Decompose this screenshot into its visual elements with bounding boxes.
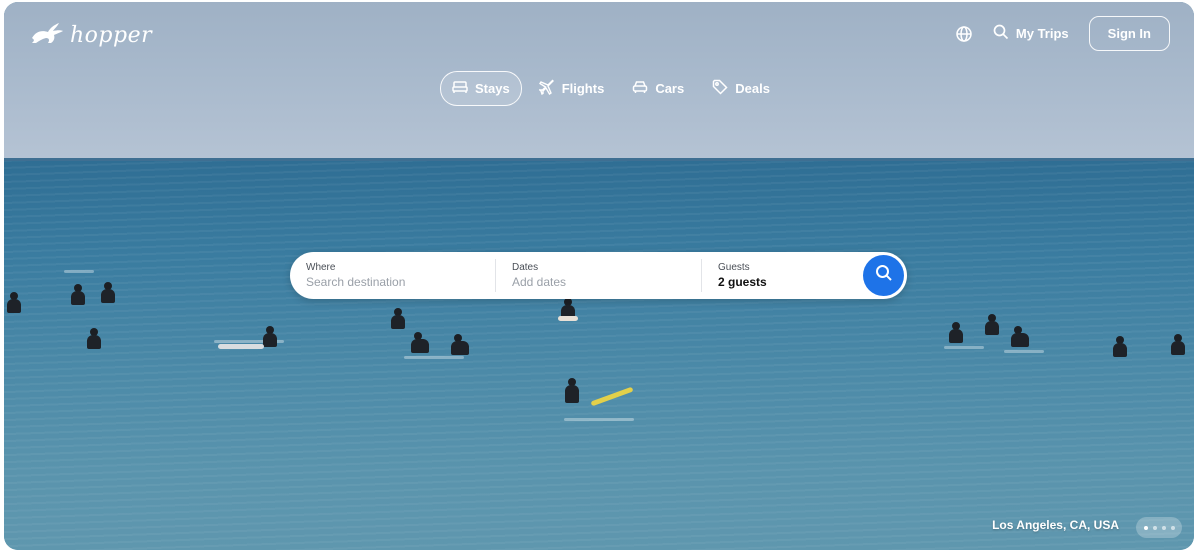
tag-icon (712, 79, 728, 98)
carousel-dot[interactable] (1161, 525, 1166, 530)
tab-stays[interactable]: Stays (440, 71, 522, 106)
carousel-dot[interactable] (1143, 525, 1148, 530)
guests-value: 2 guests (718, 275, 767, 289)
search-icon (993, 24, 1009, 43)
where-field[interactable]: Where Search destination (290, 259, 496, 292)
guests-label: Guests (718, 262, 750, 273)
carousel-dot[interactable] (1170, 525, 1175, 530)
horizon-line (4, 158, 1194, 161)
globe-icon[interactable] (955, 25, 973, 43)
dates-field[interactable]: Dates Add dates (496, 259, 702, 292)
where-placeholder: Search destination (306, 275, 406, 289)
where-label: Where (306, 262, 336, 273)
tab-label: Stays (475, 81, 510, 96)
sign-in-button[interactable]: Sign In (1088, 16, 1170, 51)
bed-icon (452, 80, 468, 97)
guests-field[interactable]: Guests 2 guests (702, 259, 868, 292)
plane-icon (537, 79, 555, 98)
ocean-background (4, 160, 1194, 550)
search-bar: Where Search destination Dates Add dates… (290, 252, 907, 299)
tab-flights[interactable]: Flights (528, 71, 616, 106)
car-icon (632, 80, 648, 97)
carousel-indicator (1136, 517, 1182, 538)
my-trips-link[interactable]: My Trips (993, 24, 1069, 43)
hopper-logo[interactable]: hopper (30, 22, 152, 49)
dates-label: Dates (512, 262, 539, 273)
tab-cars[interactable]: Cars (621, 72, 695, 105)
tab-deals[interactable]: Deals (701, 71, 781, 106)
tab-label: Deals (735, 81, 770, 96)
bunny-icon (30, 22, 64, 49)
my-trips-label: My Trips (1015, 26, 1069, 41)
search-button[interactable] (863, 255, 904, 296)
tab-label: Cars (655, 81, 685, 96)
tab-label: Flights (561, 81, 605, 96)
product-tabs: Stays Flights Cars Deals (440, 71, 781, 106)
search-icon (875, 264, 893, 287)
header-actions: My Trips Sign In (955, 16, 1170, 51)
dates-placeholder: Add dates (512, 275, 567, 289)
carousel-dot[interactable] (1152, 525, 1157, 530)
photo-location: Los Angeles, CA, USA (992, 518, 1119, 532)
brand-name: hopper (70, 23, 153, 48)
